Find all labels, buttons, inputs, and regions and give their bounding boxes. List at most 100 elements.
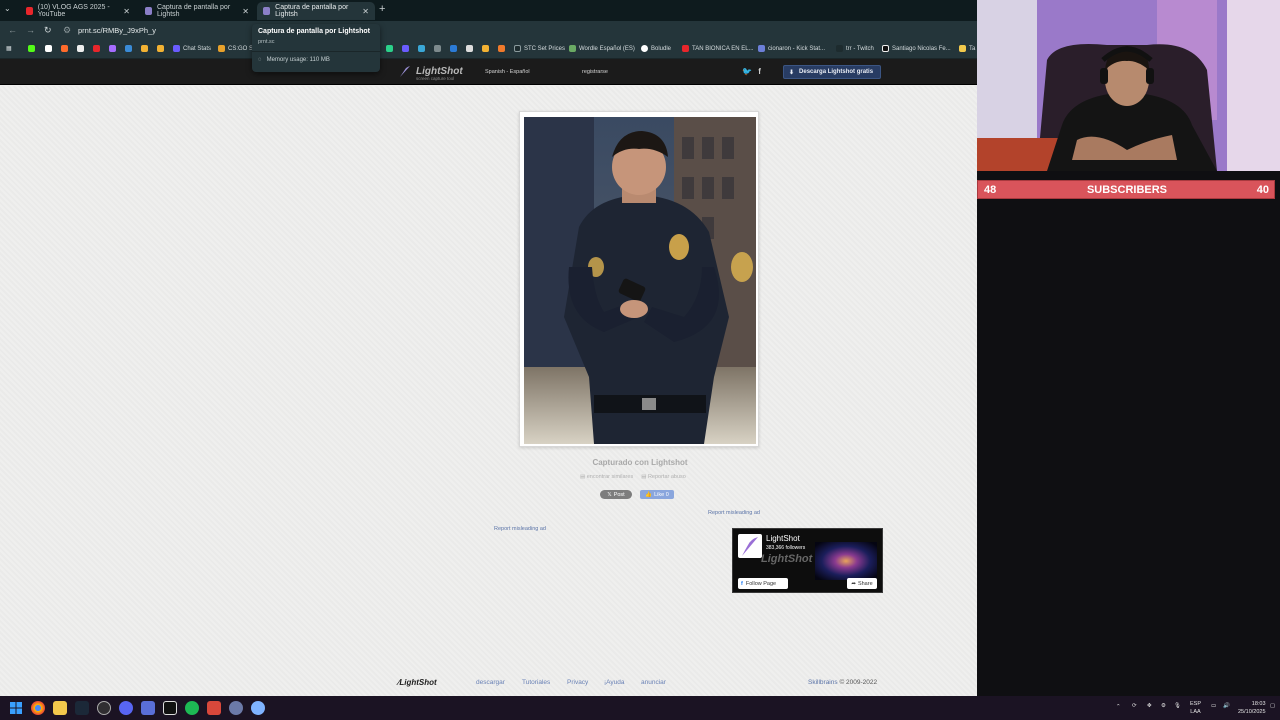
bookmark-icon[interactable] bbox=[402, 45, 412, 52]
volume-icon[interactable]: 🔊 bbox=[1223, 703, 1230, 709]
close-tab-icon[interactable]: ✕ bbox=[242, 7, 249, 16]
footer-link-help[interactable]: ¡Ayuda bbox=[604, 679, 624, 686]
apps-icon[interactable]: ▦ bbox=[6, 45, 12, 52]
lightshot-logo[interactable]: LightShot screen capture tool bbox=[398, 64, 463, 81]
obs-icon[interactable] bbox=[97, 701, 111, 715]
bookmark-icon[interactable] bbox=[386, 45, 396, 52]
clock[interactable]: 18:03 25/10/2025 bbox=[1238, 700, 1266, 716]
find-similar-link[interactable]: ▤ encontrar similares bbox=[580, 474, 633, 480]
bookmark-icon[interactable] bbox=[418, 45, 428, 52]
tray-chevron-icon[interactable]: ⌃ bbox=[1116, 704, 1121, 710]
fb-share-button[interactable]: ➦ Share bbox=[847, 578, 877, 589]
tab-search-icon[interactable]: ⌄ bbox=[4, 4, 11, 13]
tab-lightshot-1[interactable]: Captura de pantalla por Lightsh ✕ bbox=[139, 2, 255, 20]
reload-icon[interactable]: ↻ bbox=[44, 25, 52, 36]
footer-link-download[interactable]: descargar bbox=[476, 679, 505, 686]
footer-logo[interactable]: ⁄LightShot bbox=[398, 678, 437, 687]
spotify-icon[interactable] bbox=[185, 701, 199, 715]
settings-icon[interactable] bbox=[229, 701, 243, 715]
twitter-icon[interactable]: 🐦 bbox=[742, 67, 752, 76]
chrome-icon[interactable] bbox=[31, 701, 45, 715]
language-selector[interactable]: Spanish - Español bbox=[485, 69, 530, 75]
download-lightshot-button[interactable]: ⬇ Descarga Lightshot gratis bbox=[783, 65, 881, 79]
x-icon: 𝕏 bbox=[607, 491, 612, 498]
bookmark-kick-icon[interactable] bbox=[28, 45, 38, 52]
bookmark-icon[interactable] bbox=[482, 45, 492, 52]
report-abuse-link[interactable]: ▤ Reportar abuso bbox=[641, 474, 686, 480]
social-links: 🐦 f bbox=[742, 67, 761, 76]
facebook-like-button[interactable]: 👍 Like 0 bbox=[640, 490, 674, 499]
tray-app-icon[interactable]: ⚙ bbox=[1161, 703, 1166, 709]
tab-lightshot-2[interactable]: Captura de pantalla por Lightsh ✕ bbox=[257, 2, 375, 20]
system-tray: ⌃ ⟳ ✥ ⚙ 🎙 ESP LAA ▭ 🔊 18:03 25/10/2025 ▢ bbox=[1110, 696, 1280, 720]
new-tab-button[interactable]: + bbox=[379, 3, 385, 15]
footer-link-privacy[interactable]: Privacy bbox=[567, 679, 588, 686]
tab-youtube[interactable]: (10) VLOG AGS 2025 - YouTube ✕ bbox=[20, 2, 136, 20]
discord-icon[interactable] bbox=[119, 701, 133, 715]
tab-strip: ⌄ (10) VLOG AGS 2025 - YouTube ✕ Captura… bbox=[0, 0, 977, 21]
capcut-icon[interactable] bbox=[163, 701, 177, 715]
screenshot-image[interactable] bbox=[524, 117, 756, 444]
facebook-page-widget[interactable]: LightShot 383,366 followers LightShot fF… bbox=[732, 528, 883, 593]
lightshot-feather-icon bbox=[145, 7, 152, 15]
forward-icon[interactable]: → bbox=[26, 25, 35, 35]
bookmark-wordle[interactable]: Wordle Español (ES) bbox=[569, 45, 635, 52]
tray-app-icon[interactable]: ✥ bbox=[1147, 703, 1152, 709]
lightshot-footer: ⁄LightShot descargar Tutoriales Privacy … bbox=[0, 676, 977, 696]
feather-icon bbox=[400, 66, 410, 77]
bookmark-folder[interactable]: Ta bbox=[959, 45, 975, 52]
close-tab-icon[interactable]: ✕ bbox=[362, 7, 369, 16]
footer-link-advertise[interactable]: anunciar bbox=[641, 679, 666, 686]
bookmark-icon[interactable] bbox=[109, 45, 119, 52]
bookmark-csgo[interactable]: CS:GO S bbox=[218, 45, 253, 52]
bookmark-icon[interactable] bbox=[450, 45, 460, 52]
bookmark-kick-stats[interactable]: cionaron - Kick Stat... bbox=[758, 45, 825, 52]
back-icon[interactable]: ← bbox=[8, 25, 17, 35]
memory-icon: ◌ bbox=[258, 57, 262, 63]
bookmark-icon[interactable] bbox=[141, 45, 151, 52]
app-icon[interactable] bbox=[251, 701, 265, 715]
fb-followers: 383,366 followers bbox=[766, 545, 806, 551]
address-bar[interactable]: prnt.sc/RMBy_J9xPh_y bbox=[78, 26, 156, 35]
bookmark-tan-bionica[interactable]: TAN BIONICA EN EL... bbox=[682, 45, 754, 52]
x-post-button[interactable]: 𝕏 Post bbox=[600, 490, 632, 499]
app-icon[interactable] bbox=[141, 701, 155, 715]
bookmark-twitch[interactable]: trr - Twitch bbox=[836, 45, 874, 52]
notifications-icon[interactable]: ▢ bbox=[1270, 703, 1275, 709]
bookmark-icon[interactable] bbox=[434, 45, 444, 52]
steam-icon[interactable] bbox=[75, 701, 89, 715]
bookmark-icon[interactable] bbox=[125, 45, 135, 52]
bookmark-icon[interactable] bbox=[45, 45, 55, 52]
bookmark-tiktok[interactable]: Santiago Nicolas Fe... bbox=[882, 45, 951, 52]
captured-with-label: Capturado con Lightshot bbox=[592, 458, 688, 467]
file-explorer-icon[interactable] bbox=[53, 701, 67, 715]
bookmark-icon[interactable] bbox=[61, 45, 71, 52]
keyboard-language[interactable]: ESP LAA bbox=[1190, 700, 1201, 716]
report-ad-link-left[interactable]: Report misleading ad bbox=[494, 526, 546, 532]
hover-card-memory: ◌ Memory usage: 110 MB bbox=[258, 57, 330, 63]
footer-link-tutorials[interactable]: Tutoriales bbox=[522, 679, 550, 686]
bookmark-stc-prices[interactable]: STC Set Prices bbox=[514, 45, 565, 52]
microphone-icon[interactable]: 🎙 bbox=[1174, 703, 1181, 709]
tray-app-icon[interactable]: ⟳ bbox=[1132, 703, 1137, 709]
bookmark-boludle[interactable]: Boludle bbox=[641, 45, 671, 52]
fb-page-name[interactable]: LightShot bbox=[766, 534, 800, 543]
close-tab-icon[interactable]: ✕ bbox=[123, 7, 130, 16]
app-icon[interactable] bbox=[207, 701, 221, 715]
tab-title: Captura de pantalla por Lightsh bbox=[275, 4, 349, 18]
facebook-icon[interactable]: f bbox=[758, 67, 761, 76]
register-link[interactable]: registrarse bbox=[582, 69, 608, 75]
fb-follow-button[interactable]: f Follow Page bbox=[738, 578, 788, 589]
bookmark-icon[interactable] bbox=[157, 45, 167, 52]
bookmark-icon[interactable] bbox=[77, 45, 87, 52]
logo-subtitle: screen capture tool bbox=[416, 76, 455, 81]
bookmark-icon[interactable] bbox=[93, 45, 103, 52]
network-icon[interactable]: ▭ bbox=[1211, 703, 1216, 709]
windows-start-icon[interactable] bbox=[9, 701, 23, 715]
report-ad-link-right[interactable]: Report misleading ad bbox=[708, 510, 760, 516]
bookmark-icon[interactable] bbox=[498, 45, 508, 52]
bookmark-icon[interactable] bbox=[466, 45, 476, 52]
site-info-icon[interactable]: ⚙ bbox=[63, 25, 71, 36]
skillbrains-link[interactable]: Skillbrains bbox=[808, 679, 838, 686]
bookmark-chat-stats[interactable]: Chat Stats bbox=[173, 45, 211, 52]
